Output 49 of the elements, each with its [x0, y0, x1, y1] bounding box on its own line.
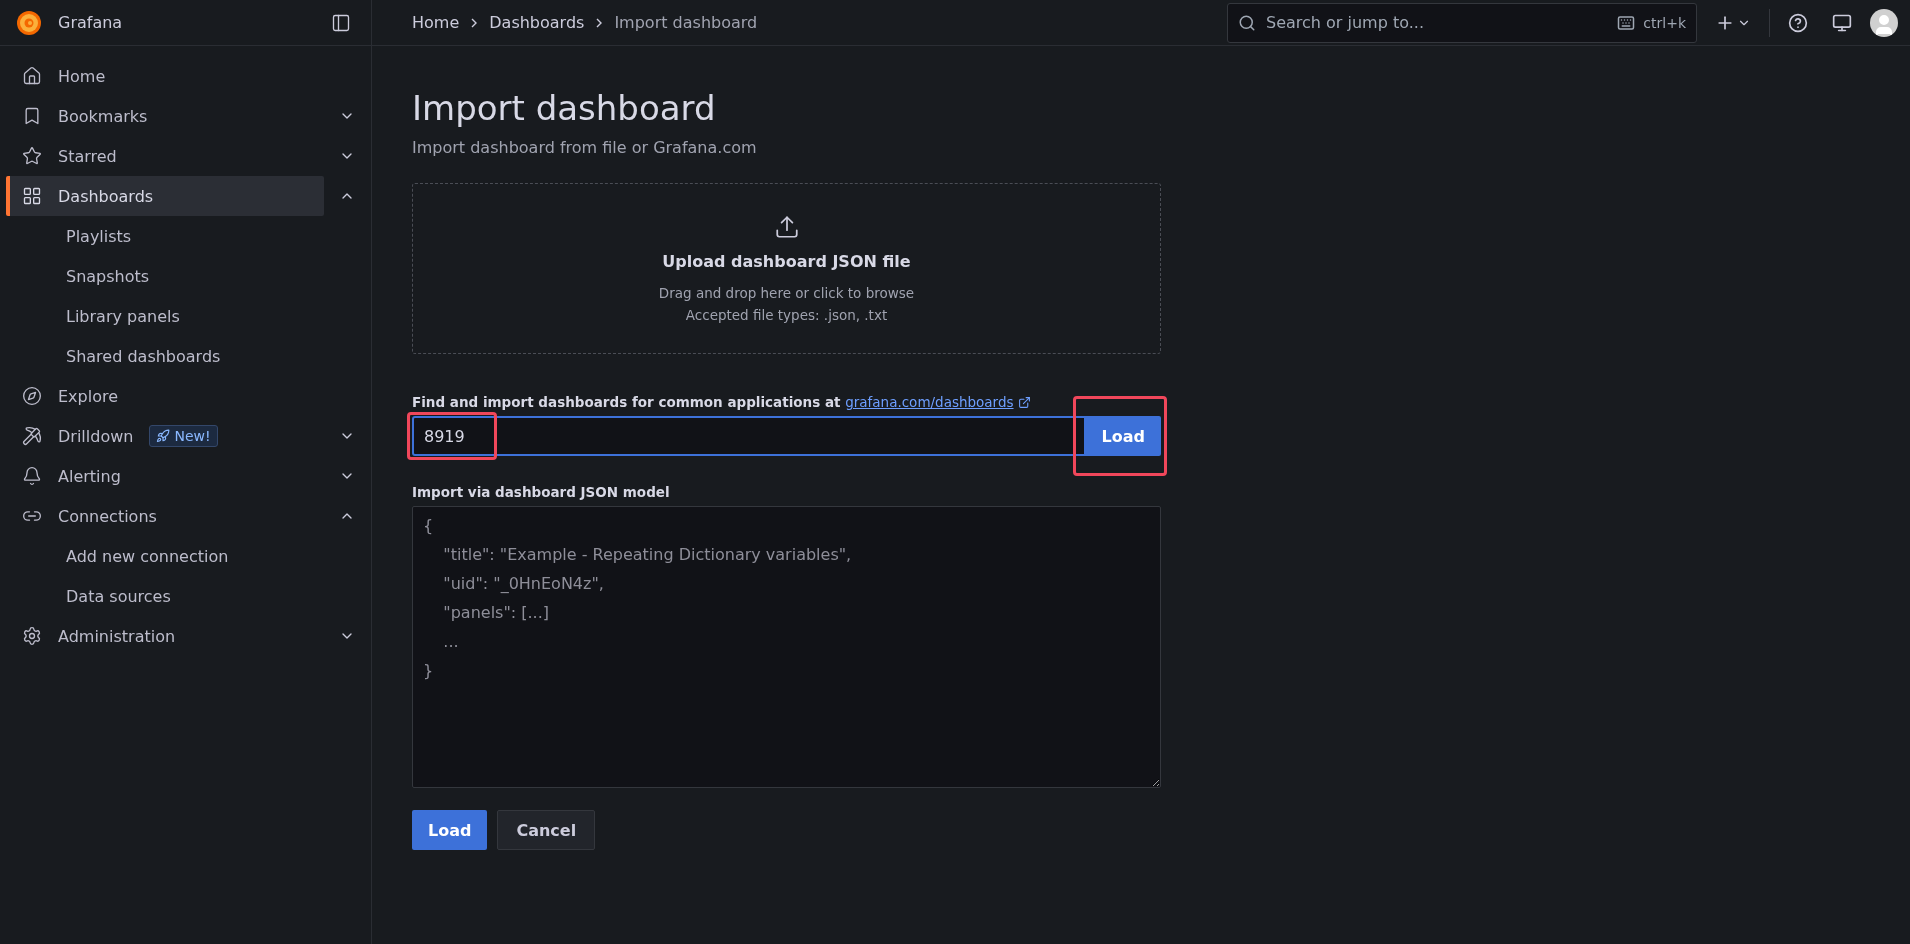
sidebar-item[interactable]: Shared dashboards	[62, 336, 355, 376]
upload-icon	[773, 214, 800, 240]
search-icon	[1238, 13, 1256, 32]
external-link-icon	[1017, 395, 1031, 409]
brand-name: Grafana	[58, 13, 124, 32]
dashboards-link[interactable]: grafana.com/dashboards	[845, 394, 1031, 410]
grid-icon	[22, 186, 42, 206]
field-label: Import via dashboard JSON model	[412, 484, 671, 500]
sidebar-item[interactable]: Explore	[6, 376, 324, 416]
sidebar-item[interactable]: Drilldown New!	[6, 416, 324, 456]
sidebar-item[interactable]: Home	[6, 56, 324, 96]
upload-title: Upload dashboard JSON file	[662, 252, 911, 271]
page-title: Import dashboard	[412, 88, 717, 128]
breadcrumb-link[interactable]: Import dashboard	[614, 13, 758, 32]
sidebar-item[interactable]: Bookmarks	[6, 96, 324, 136]
breadcrumb-link[interactable]: Dashboards	[489, 13, 585, 32]
settings-icon	[22, 626, 42, 646]
shortcut-hint: ctrl+k	[1643, 14, 1686, 31]
keyboard-icon	[1617, 13, 1636, 32]
load-button[interactable]: Load	[412, 810, 488, 850]
home-icon	[22, 66, 42, 86]
sidebar-item[interactable]: Connections	[6, 496, 324, 536]
sidebar-item[interactable]: Data sources	[62, 576, 355, 616]
star-icon	[22, 146, 42, 166]
page-subtitle: Import dashboard from file or Grafana.com	[412, 138, 758, 157]
sidebar-item[interactable]: Library panels	[62, 296, 355, 336]
breadcrumb-link[interactable]: Home	[412, 13, 460, 32]
field-label: Find and import dashboards for common applications at grafana.com/dashboards	[412, 394, 1161, 410]
new-badge: New!	[149, 425, 218, 447]
sidebar-item[interactable]: Playlists	[62, 216, 355, 256]
compass-icon	[22, 386, 42, 406]
sidebar-item[interactable]: Snapshots	[62, 256, 355, 296]
search-field[interactable]: Search or jump to... ctrl+k	[1227, 2, 1697, 43]
sidebar-item[interactable]: Administration	[6, 616, 324, 656]
user-avatar[interactable]	[1870, 8, 1898, 37]
dashboard-id-field[interactable]: 8919	[412, 416, 1086, 456]
sidebar-item[interactable]: Starred	[6, 136, 324, 176]
sidebar-item[interactable]: Alerting	[6, 456, 324, 496]
pickaxe-icon	[22, 426, 42, 446]
upload-dropzone[interactable]: Upload dashboard JSON file Drag and drop here or click to browse Accepted file types: .json, .txt	[412, 183, 1161, 354]
json-textarea[interactable]: { "title": "Example - Repeating Dictionary variables", "uid": "_0HnEoN4z", "panels": [...] ... }	[412, 506, 1161, 788]
load-button[interactable]: Load	[1085, 416, 1161, 456]
sidebar-item[interactable]: Dashboards	[6, 176, 324, 216]
upload-types: Accepted file types: .json, .txt	[685, 307, 888, 323]
sidebar-item[interactable]: Add new connection	[62, 536, 355, 576]
cancel-button[interactable]: Cancel	[497, 810, 596, 850]
upload-hint: Drag and drop here or click to browse	[658, 285, 915, 301]
search-input[interactable]: Search or jump to...	[1264, 12, 1610, 33]
bell-icon	[22, 466, 42, 486]
